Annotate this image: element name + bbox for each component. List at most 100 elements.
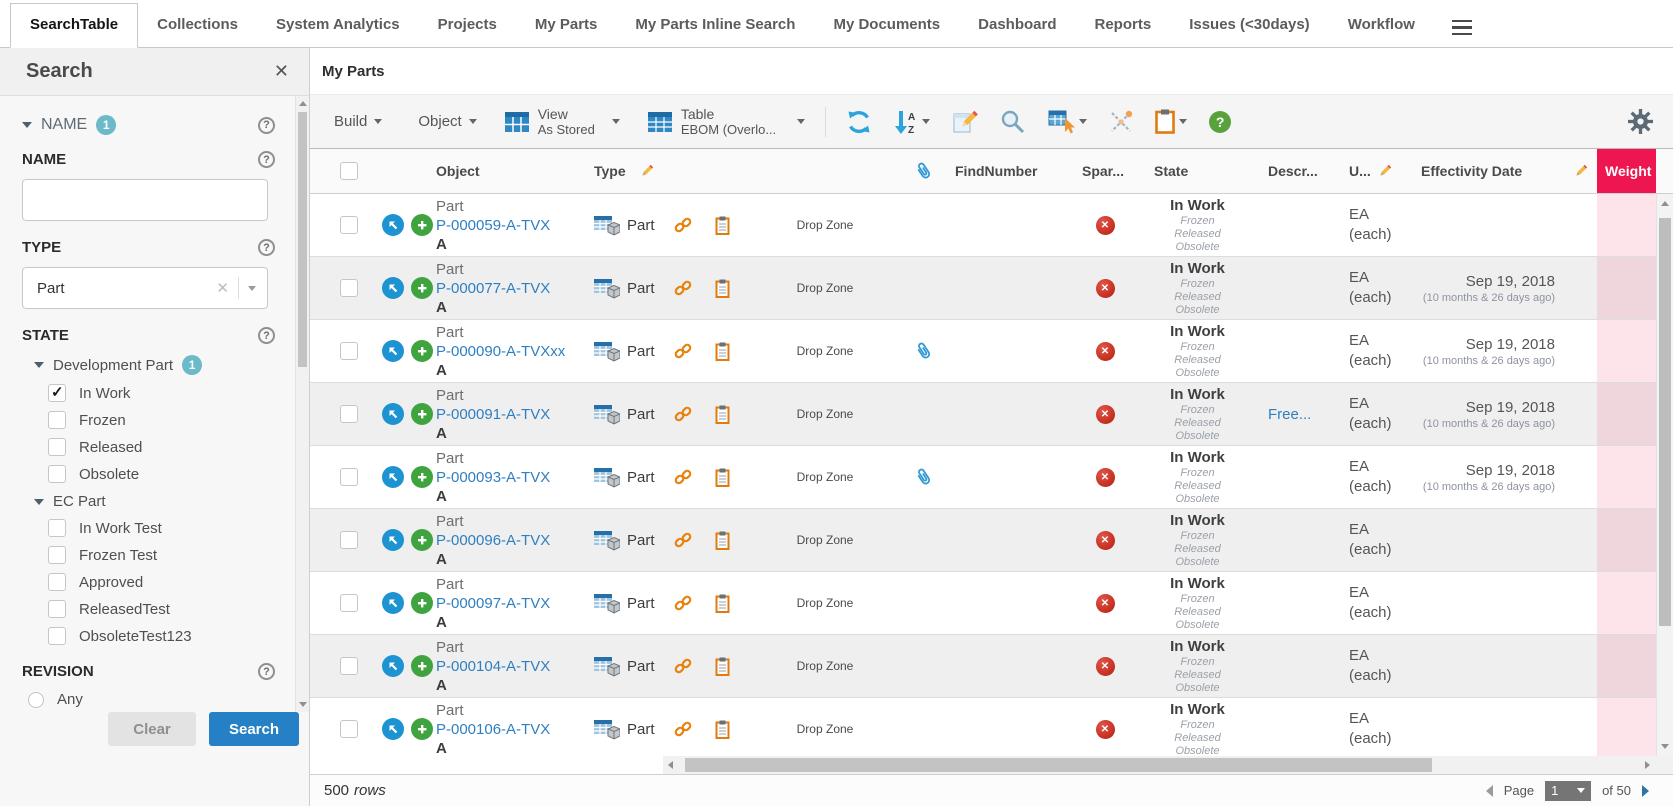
part-number-link[interactable]: P-000104-A-TVX (436, 657, 550, 676)
state-option-obsoletetest123[interactable]: ObsoleteTest123 (48, 627, 291, 645)
sort-button[interactable]: AZ (894, 109, 930, 135)
next-page-icon[interactable] (1642, 785, 1649, 797)
row-checkbox[interactable] (340, 405, 358, 423)
close-icon[interactable]: ✕ (274, 61, 289, 82)
column-header-weight[interactable]: Weight (1597, 149, 1656, 193)
description-link[interactable]: Free... (1268, 406, 1311, 423)
vertical-scrollbar[interactable] (1656, 194, 1673, 756)
open-item-icon[interactable] (382, 718, 404, 740)
disconnect-button[interactable] (1109, 110, 1133, 134)
edit-pencil-icon[interactable] (1378, 164, 1392, 178)
help-icon[interactable]: ? (258, 663, 275, 680)
column-header-state[interactable]: State (1140, 163, 1255, 179)
column-header-spare[interactable]: Spar... (1070, 163, 1140, 179)
drop-zone[interactable]: Drop Zone (797, 533, 854, 547)
drop-zone[interactable]: Drop Zone (797, 281, 854, 295)
settings-button[interactable] (1628, 109, 1653, 134)
part-number-link[interactable]: P-000106-A-TVX (436, 720, 550, 739)
nav-tab-searchtable[interactable]: SearchTable (10, 3, 138, 48)
nav-tab-my-parts-inline-search[interactable]: My Parts Inline Search (616, 16, 814, 47)
column-header-descr[interactable]: Descr... (1255, 163, 1340, 179)
checkbox[interactable] (48, 519, 66, 537)
clear-button[interactable]: Clear (108, 712, 196, 746)
nav-tab-collections[interactable]: Collections (138, 16, 257, 47)
chevron-down-icon[interactable] (248, 286, 256, 291)
column-header-type[interactable]: Type (590, 163, 665, 179)
checkbox[interactable] (48, 438, 66, 456)
part-number-link[interactable]: P-000091-A-TVX (436, 405, 550, 424)
link-icon[interactable] (674, 720, 692, 738)
clipboard-icon[interactable] (715, 720, 730, 739)
add-item-icon[interactable] (411, 592, 433, 614)
search-button[interactable]: Search (209, 712, 299, 746)
checkbox[interactable] (48, 546, 66, 564)
add-item-icon[interactable] (411, 466, 433, 488)
row-checkbox[interactable] (340, 468, 358, 486)
part-number-link[interactable]: P-000059-A-TVX (436, 216, 550, 235)
open-item-icon[interactable] (382, 214, 404, 236)
radio-button[interactable] (28, 692, 44, 708)
page-select[interactable]: 1 (1545, 781, 1591, 801)
drop-zone[interactable]: Drop Zone (797, 344, 854, 358)
state-option-released[interactable]: Released (48, 438, 291, 456)
part-number-link[interactable]: P-000093-A-TVX (436, 468, 550, 487)
nav-tab-dashboard[interactable]: Dashboard (959, 16, 1075, 47)
object-menu[interactable]: Object (418, 113, 476, 130)
open-item-icon[interactable] (382, 466, 404, 488)
drop-zone[interactable]: Drop Zone (797, 596, 854, 610)
help-button[interactable]: ? (1209, 111, 1231, 133)
edit-pencil-icon[interactable] (640, 164, 654, 178)
row-checkbox[interactable] (340, 342, 358, 360)
state-option-frozen[interactable]: Frozen (48, 411, 291, 429)
scrollbar-thumb[interactable] (685, 758, 1432, 772)
clipboard-icon[interactable] (715, 405, 730, 424)
paperclip-icon[interactable] (911, 162, 934, 180)
revision-option-any[interactable]: Any (28, 691, 291, 708)
add-item-icon[interactable] (411, 277, 433, 299)
row-checkbox[interactable] (340, 657, 358, 675)
drop-zone[interactable]: Drop Zone (797, 722, 854, 736)
clipboard-button[interactable] (1155, 109, 1187, 134)
help-icon[interactable]: ? (258, 117, 275, 134)
state-option-obsolete[interactable]: Obsolete (48, 465, 291, 483)
build-menu[interactable]: Build (334, 113, 382, 130)
drop-zone[interactable]: Drop Zone (797, 407, 854, 421)
add-item-icon[interactable] (411, 718, 433, 740)
drop-zone[interactable]: Drop Zone (797, 659, 854, 673)
sidebar-scrollbar[interactable] (295, 96, 309, 712)
state-option-in-work[interactable]: In Work (48, 384, 291, 402)
nav-tab-reports[interactable]: Reports (1076, 16, 1171, 47)
state-option-approved[interactable]: Approved (48, 573, 291, 591)
clipboard-icon[interactable] (715, 279, 730, 298)
help-icon[interactable]: ? (258, 151, 275, 168)
select-all-checkbox[interactable] (340, 162, 358, 180)
add-item-icon[interactable] (411, 655, 433, 677)
part-number-link[interactable]: P-000097-A-TVX (436, 594, 550, 613)
add-item-icon[interactable] (411, 529, 433, 551)
link-icon[interactable] (674, 405, 692, 423)
column-header-uom[interactable]: U... (1340, 163, 1415, 179)
link-icon[interactable] (674, 657, 692, 675)
row-checkbox[interactable] (340, 720, 358, 738)
open-item-icon[interactable] (382, 592, 404, 614)
scroll-down-icon[interactable] (299, 702, 307, 707)
open-item-icon[interactable] (382, 277, 404, 299)
horizontal-scrollbar[interactable] (310, 756, 1656, 774)
open-item-icon[interactable] (382, 655, 404, 677)
state-option-in-work-test[interactable]: In Work Test (48, 519, 291, 537)
clipboard-icon[interactable] (715, 216, 730, 235)
link-icon[interactable] (674, 279, 692, 297)
clipboard-icon[interactable] (715, 342, 730, 361)
row-checkbox[interactable] (340, 531, 358, 549)
nav-tab-workflow[interactable]: Workflow (1329, 16, 1434, 47)
row-checkbox[interactable] (340, 279, 358, 297)
link-icon[interactable] (674, 216, 692, 234)
clipboard-icon[interactable] (715, 657, 730, 676)
open-item-icon[interactable] (382, 340, 404, 362)
column-header-effectivity[interactable]: Effectivity Date (1415, 163, 1565, 179)
part-number-link[interactable]: P-000077-A-TVX (436, 279, 550, 298)
refresh-button[interactable] (846, 109, 872, 135)
nav-tab-issues-30days[interactable]: Issues (<30days) (1170, 16, 1329, 47)
add-item-icon[interactable] (411, 403, 433, 425)
name-input[interactable] (22, 179, 268, 221)
